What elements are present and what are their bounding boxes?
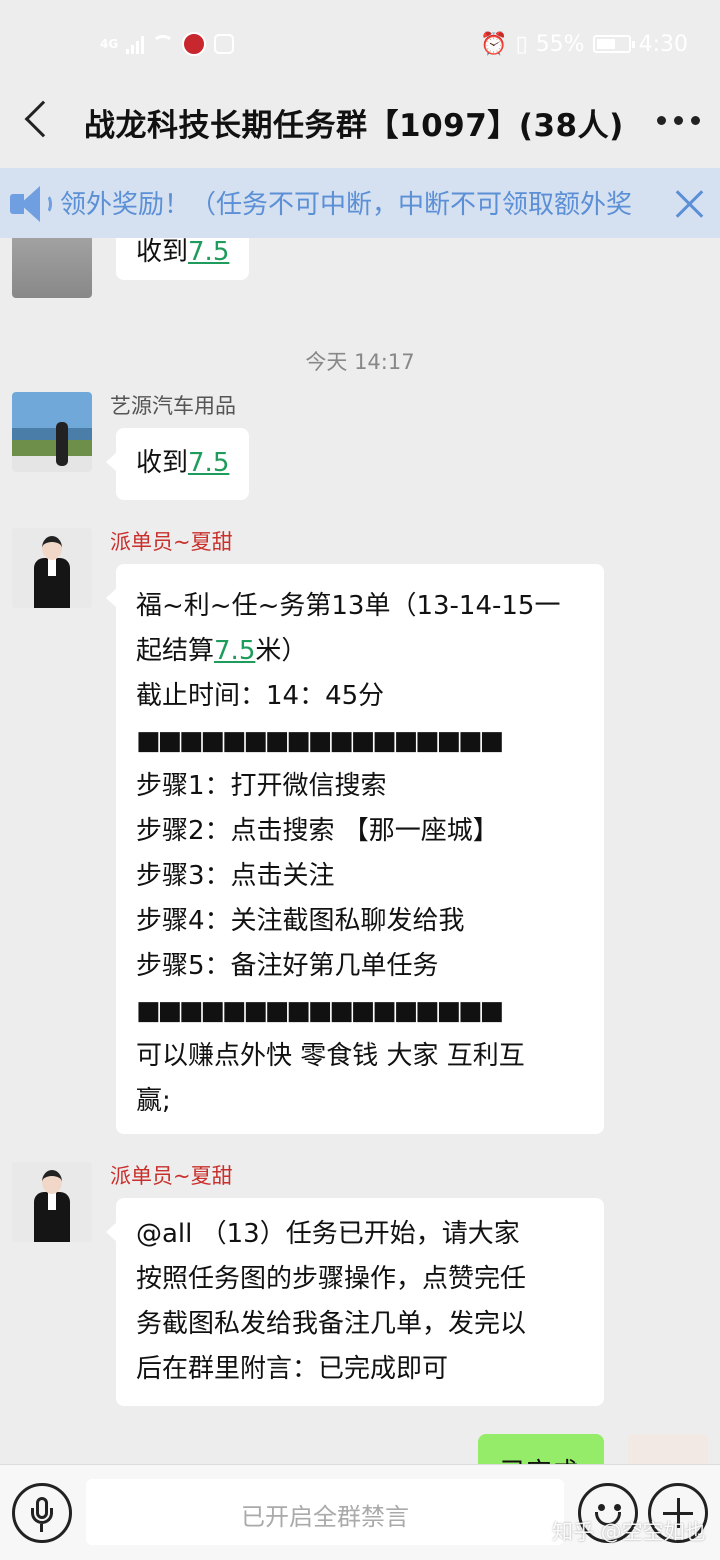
avatar[interactable] [12,1162,92,1242]
microphone-stem [40,1524,43,1532]
message-line: 步骤2：点击搜索 【那一座城】 [136,816,499,846]
message-input[interactable]: 已开启全群禁言 [86,1479,564,1545]
own-avatar[interactable] [628,1434,708,1464]
close-icon[interactable] [672,186,706,220]
message-line: @all （13）任务已开始，请大家 [136,1219,520,1249]
message-text: 米） [255,636,308,666]
status-right: ⏰ ▯ 55% 4:30 [480,28,688,60]
status-left: 4G [100,30,235,58]
message-line: 赢; [136,1086,171,1116]
sender-name: 派单员~夏甜 [110,530,233,554]
message-line: 后在群里附言：已完成即可 [136,1354,449,1384]
message-link[interactable]: 7.5 [188,448,229,478]
message-text: 起结算 [136,636,215,666]
group-title: 战龙科技长期任务群【1097】(38人) [84,108,624,144]
microphone-stand [31,1508,53,1524]
speaker-icon [10,186,52,222]
sender-name: 艺源汽车用品 [110,394,236,418]
message-link[interactable]: 7.5 [188,238,229,267]
avatar[interactable] [12,392,92,472]
sender-name: 派单员~夏甜 [110,1164,233,1188]
back-icon[interactable] [24,100,62,138]
chat-header: 战龙科技长期任务群【1097】(38人) [0,72,720,168]
signal-icon [126,34,145,54]
message-text: 已完成 [500,1452,578,1464]
message-line: ■■■■■■■■■■■■■■■■■ [136,726,504,756]
message-bubble[interactable]: @all （13）任务已开始，请大家 按照任务图的步骤操作，点赞完任 务截图私发… [106,1198,604,1406]
message-bubble[interactable]: 收到7.5 [105,428,250,500]
muted-placeholder: 已开启全群禁言 [241,1503,409,1531]
message-line: 步骤3：点击关注 [136,861,335,891]
message-line: 务截图私发给我备注几单，发完以 [136,1309,527,1339]
message-line: 步骤4：关注截图私聊发给我 [136,906,465,936]
battery-percent: 55% [535,31,585,57]
own-message-bubble[interactable]: 已完成 [478,1434,604,1464]
message-line: 福~利~任~务第13单（13-14-15一 [136,591,561,621]
network-type: 4G [100,37,119,51]
voice-input-button[interactable] [12,1483,72,1543]
message-link[interactable]: 7.5 [214,636,255,666]
message-line: 步骤5：备注好第几单任务 [136,951,439,981]
group-notice-bar[interactable]: 领外奖励！（任务不可中断，中断不可领取额外奖 [0,168,720,238]
message-text: 收到 [136,448,189,478]
notice-text: 领外奖励！（任务不可中断，中断不可领取额外奖 [60,190,633,220]
battery-icon [592,35,635,53]
message-line: 步骤1：打开微信搜索 [136,771,387,801]
message-bubble[interactable]: 收到7.5 [116,238,250,280]
vibrate-icon: ▯ [515,31,528,57]
app-hex-icon [214,34,235,54]
message-line: 按照任务图的步骤操作，点赞完任 [136,1264,527,1294]
message-line: 可以赚点外快 零食钱 大家 互利互 [136,1041,525,1071]
more-options-icon[interactable] [657,116,700,125]
avatar[interactable] [12,238,92,298]
message-text: 收到 [136,238,189,267]
alarm-icon: ⏰ [480,31,508,57]
timestamp: 今天 14:17 [305,350,415,374]
avatar[interactable] [12,528,92,608]
message-bubble[interactable]: 福~利~任~务第13单（13-14-15一 起结算7.5米） 截止时间：14：4… [106,564,604,1134]
message-line: 起结算7.5米） [136,629,584,674]
chat-messages[interactable]: 收到7.5 今天 14:17 艺源汽车用品 收到7.5 派单员~夏甜 福~利~任… [0,238,720,1464]
wifi-icon [152,35,175,53]
clock: 4:30 [638,31,688,57]
message-line: 截止时间：14：45分 [136,681,385,711]
watermark: 知乎 @空空如也 [552,1520,706,1544]
message-line: ■■■■■■■■■■■■■■■■■ [136,996,504,1026]
app-notification-icon [182,32,207,56]
